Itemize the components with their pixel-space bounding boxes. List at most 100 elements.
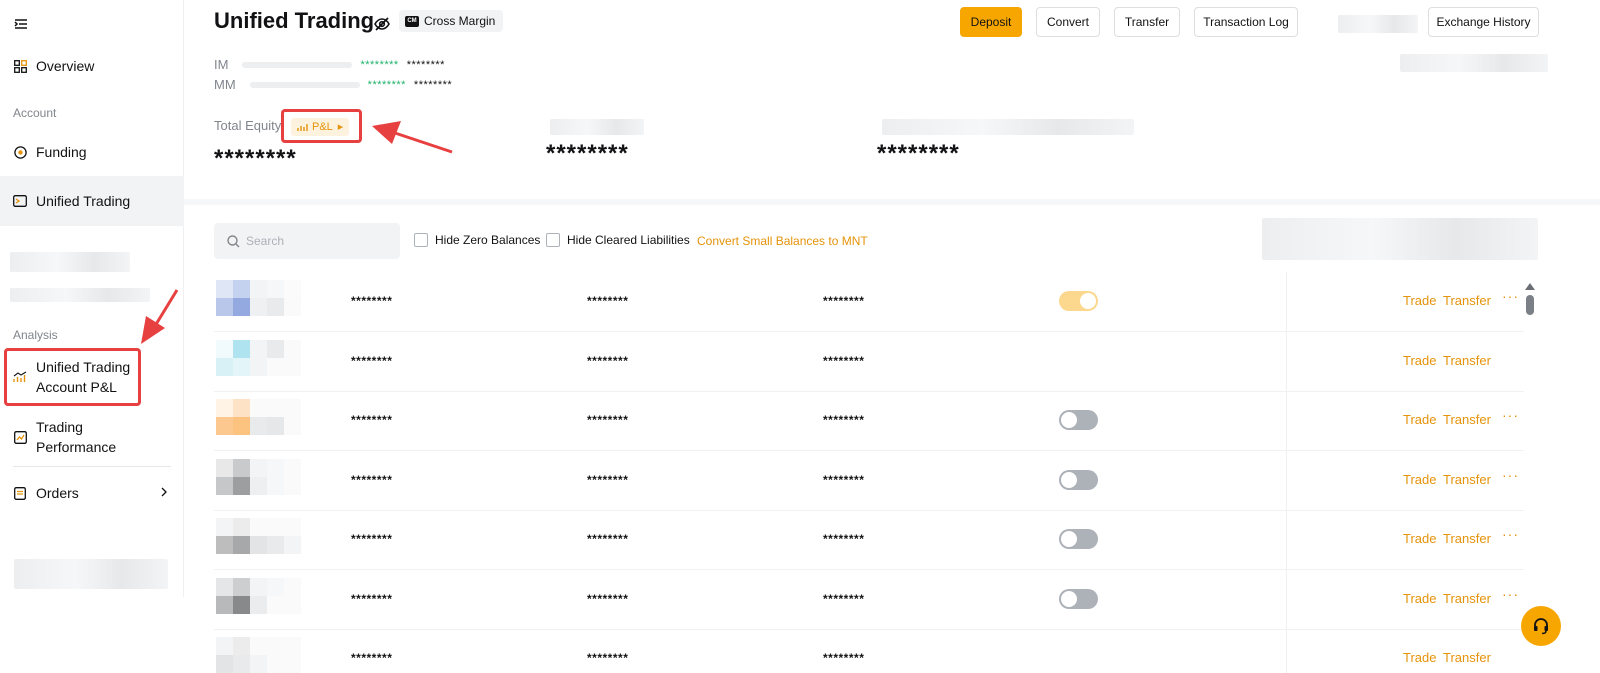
hide-cleared-liabilities-checkbox[interactable]: Hide Cleared Liabilities (546, 233, 690, 247)
wallet-balance-cell: ******** (823, 651, 865, 665)
table-row: ******** ******** ******** Trade Transfer ··· (214, 450, 1524, 511)
annotation-highlight-pnl (281, 109, 362, 143)
sidebar-item-funding[interactable]: Funding (0, 140, 184, 164)
equity-cell: ******** (351, 651, 393, 665)
blurred-panel (1262, 218, 1538, 260)
deposit-button[interactable]: Deposit (960, 7, 1022, 37)
table-row: ******** ******** ******** Trade Transfer ··· (214, 569, 1524, 630)
wallet-balance-cell: ******** (823, 591, 865, 606)
sidebar-item-label-line: Performance (36, 439, 117, 455)
more-options-icon[interactable]: ··· (1502, 467, 1519, 483)
mm-rate: ******** (367, 78, 406, 91)
support-chat-button[interactable] (1521, 606, 1561, 646)
trade-link[interactable]: Trade (1403, 412, 1436, 427)
collateral-toggle[interactable] (1059, 529, 1098, 549)
wallet-balance-cell: ******** (823, 294, 865, 308)
trade-link[interactable]: Trade (1403, 591, 1436, 606)
more-options-icon[interactable]: ··· (1502, 407, 1519, 423)
column-divider (1286, 391, 1287, 451)
total-equity-value: ******** (214, 145, 297, 172)
convert-small-balances-link[interactable]: Convert Small Balances to MNT (697, 234, 868, 248)
page-title: Unified Trading (214, 8, 375, 33)
transfer-link[interactable]: Transfer (1443, 353, 1491, 368)
available-cell: ******** (587, 472, 629, 487)
sidebar-item-unified-trading[interactable]: Unified Trading (0, 176, 184, 226)
search-input[interactable] (246, 234, 386, 248)
convert-button[interactable]: Convert (1036, 7, 1100, 37)
column-divider (1286, 569, 1287, 630)
wallet-balance-cell: ******** (823, 532, 865, 546)
chart-card-icon (13, 430, 27, 444)
sidebar-item-label: Funding (36, 144, 87, 160)
more-options-icon[interactable]: ··· (1502, 586, 1519, 602)
collateral-toggle[interactable] (1059, 469, 1098, 490)
margin-mode-badge[interactable]: CM Cross Margin (399, 10, 504, 32)
blurred-label (550, 119, 644, 135)
available-cell: ******** (587, 294, 629, 308)
available-cell: ******** (587, 591, 629, 606)
search-box[interactable] (214, 223, 400, 259)
scroll-up-arrow[interactable] (1525, 283, 1535, 290)
checkbox-box[interactable] (546, 233, 560, 247)
blurred-link (1400, 54, 1548, 72)
initial-margin-row: IM ******** ******** (214, 57, 445, 72)
checkbox-label: Hide Cleared Liabilities (567, 233, 690, 247)
transfer-link[interactable]: Transfer (1443, 591, 1491, 606)
sidebar-item-label: Trading Performance (36, 417, 116, 457)
wallet-balance-cell: ******** (823, 413, 865, 427)
coin-icon (216, 399, 301, 439)
equity-cell: ******** (351, 413, 393, 427)
equity-value-2: ******** (546, 140, 629, 167)
more-options-icon[interactable]: ··· (1502, 526, 1519, 542)
checkbox-box[interactable] (414, 233, 428, 247)
wallet-balance-cell: ******** (823, 472, 865, 487)
sidebar-item-label-line: Trading (36, 419, 83, 435)
margin-mode-label: Cross Margin (424, 14, 496, 28)
sidebar-item-orders[interactable]: Orders (0, 481, 184, 505)
trade-link[interactable]: Trade (1403, 293, 1436, 308)
hide-zero-balances-checkbox[interactable]: Hide Zero Balances (414, 233, 540, 247)
equity-cell: ******** (351, 591, 393, 606)
wallet-icon (13, 194, 27, 208)
transfer-link[interactable]: Transfer (1443, 650, 1491, 665)
exchange-history-button[interactable]: Exchange History (1428, 7, 1539, 37)
trade-link[interactable]: Trade (1403, 531, 1436, 546)
hide-balance-icon[interactable] (373, 15, 391, 33)
headset-icon (1534, 618, 1548, 635)
cross-margin-icon: CM (405, 15, 419, 27)
available-cell: ******** (587, 651, 629, 665)
trade-link[interactable]: Trade (1403, 472, 1436, 487)
transfer-link[interactable]: Transfer (1443, 293, 1491, 308)
collateral-toggle[interactable] (1059, 410, 1098, 430)
section-label-account: Account (13, 106, 57, 120)
table-row: ******** ******** ******** Trade Transfer (214, 629, 1524, 673)
equity-cell: ******** (351, 294, 393, 308)
scrollbar-thumb[interactable] (1526, 295, 1534, 315)
transfer-link[interactable]: Transfer (1443, 412, 1491, 427)
transfer-link[interactable]: Transfer (1443, 472, 1491, 487)
transfer-link[interactable]: Transfer (1443, 531, 1491, 546)
transfer-button[interactable]: Transfer (1114, 7, 1180, 37)
trade-link[interactable]: Trade (1403, 650, 1436, 665)
sidebar-item-trading-performance[interactable]: Trading Performance (0, 416, 184, 458)
collateral-toggle[interactable] (1059, 588, 1098, 609)
mm-value: ******** (413, 78, 453, 91)
coin-icon (216, 339, 301, 380)
available-cell: ******** (587, 532, 629, 546)
mm-progress-bar (249, 81, 360, 88)
table-row: ******** ******** ******** Trade Transfer (214, 331, 1524, 392)
column-divider (1286, 331, 1287, 392)
section-label-analysis: Analysis (13, 328, 58, 342)
collateral-toggle[interactable] (1059, 291, 1098, 311)
table-row: ******** ******** ******** Trade Transfer ··· (214, 510, 1524, 570)
more-options-icon[interactable]: ··· (1502, 288, 1519, 304)
collapse-sidebar-icon[interactable] (14, 17, 28, 31)
sidebar: Overview Account Funding Unified Trading… (0, 0, 184, 597)
sidebar-item-overview[interactable]: Overview (0, 54, 184, 78)
transaction-log-button[interactable]: Transaction Log (1194, 7, 1298, 37)
trade-link[interactable]: Trade (1403, 353, 1436, 368)
column-divider (1286, 272, 1287, 332)
section-divider (184, 199, 1600, 205)
sidebar-item-label: Overview (36, 58, 95, 74)
maintenance-margin-row: MM ******** ******** (214, 77, 452, 92)
